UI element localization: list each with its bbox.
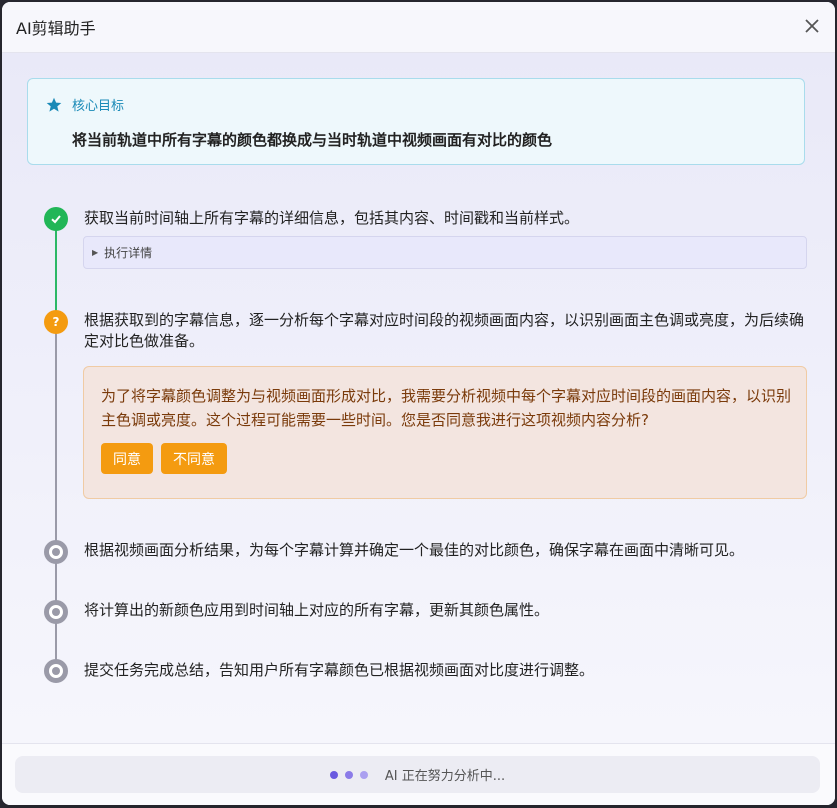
- core-goal-header: 核心目标: [46, 95, 124, 114]
- close-icon[interactable]: [803, 17, 821, 35]
- permission-request-text: 为了将字幕颜色调整为与视频画面形成对比，我需要分析视频中每个字幕对应时间段的画面…: [101, 387, 792, 429]
- step-4-text: 将计算出的新颜色应用到时间轴上对应的所有字幕，更新其颜色属性。: [84, 601, 550, 619]
- check-icon: [44, 207, 68, 231]
- agree-button[interactable]: 同意: [101, 443, 153, 474]
- ai-status-text: AI 正在努力分析中...: [384, 769, 506, 784]
- disagree-button[interactable]: 不同意: [161, 443, 227, 474]
- core-goal-text: 将当前轨道中所有字幕的颜色都换成与当时轨道中视频画面有对比的颜色: [72, 131, 553, 149]
- step-2-text: 根据获取到的字幕信息，逐一分析每个字幕对应时间段的视频画面内容，以识别画面主色调…: [84, 311, 805, 350]
- core-goal-card: 核心目标 将当前轨道中所有字幕的颜色都换成与当时轨道中视频画面有对比的颜色: [27, 78, 805, 165]
- step-1-text: 获取当前时间轴上所有字幕的详细信息，包括其内容、时间戳和当前样式。: [84, 209, 580, 227]
- triangle-right-icon: ▶: [92, 248, 99, 257]
- pending-step-icon: [44, 659, 68, 683]
- question-icon: ?: [44, 310, 68, 334]
- pending-step-icon: [44, 600, 68, 624]
- execution-details-toggle[interactable]: ▶ 执行详情: [83, 236, 807, 269]
- ai-status-bar: AI 正在努力分析中...: [15, 756, 820, 793]
- loading-dot: [359, 770, 368, 779]
- step-3-text: 根据视频画面分析结果，为每个字幕计算并确定一个最佳的对比颜色，确保字幕在画面中清…: [84, 541, 745, 559]
- loading-dots-icon: [329, 770, 375, 779]
- footer: AI 正在努力分析中...: [2, 743, 835, 805]
- ai-editing-assistant-dialog: AI剪辑助手 核心目标 将当前轨道中所有字幕的颜色都换成与当时轨道中视频画面有对…: [2, 2, 835, 805]
- core-goal-label: 核心目标: [72, 99, 125, 114]
- pending-step-icon: [44, 540, 68, 564]
- titlebar: AI剪辑助手: [2, 2, 835, 53]
- timeline-connector-done: [55, 219, 57, 322]
- star-icon: [46, 97, 62, 113]
- window-title: AI剪辑助手: [16, 19, 96, 38]
- step-5-text: 提交任务完成总结，告知用户所有字幕颜色已根据视频画面对比度进行调整。: [84, 661, 595, 679]
- permission-request-card: 为了将字幕颜色调整为与视频画面形成对比，我需要分析视频中每个字幕对应时间段的画面…: [83, 366, 807, 499]
- loading-dot: [329, 770, 338, 779]
- loading-dot: [344, 770, 353, 779]
- execution-details-label: 执行详情: [104, 246, 153, 260]
- task-plan-panel: 核心目标 将当前轨道中所有字幕的颜色都换成与当时轨道中视频画面有对比的颜色 获取…: [2, 53, 835, 743]
